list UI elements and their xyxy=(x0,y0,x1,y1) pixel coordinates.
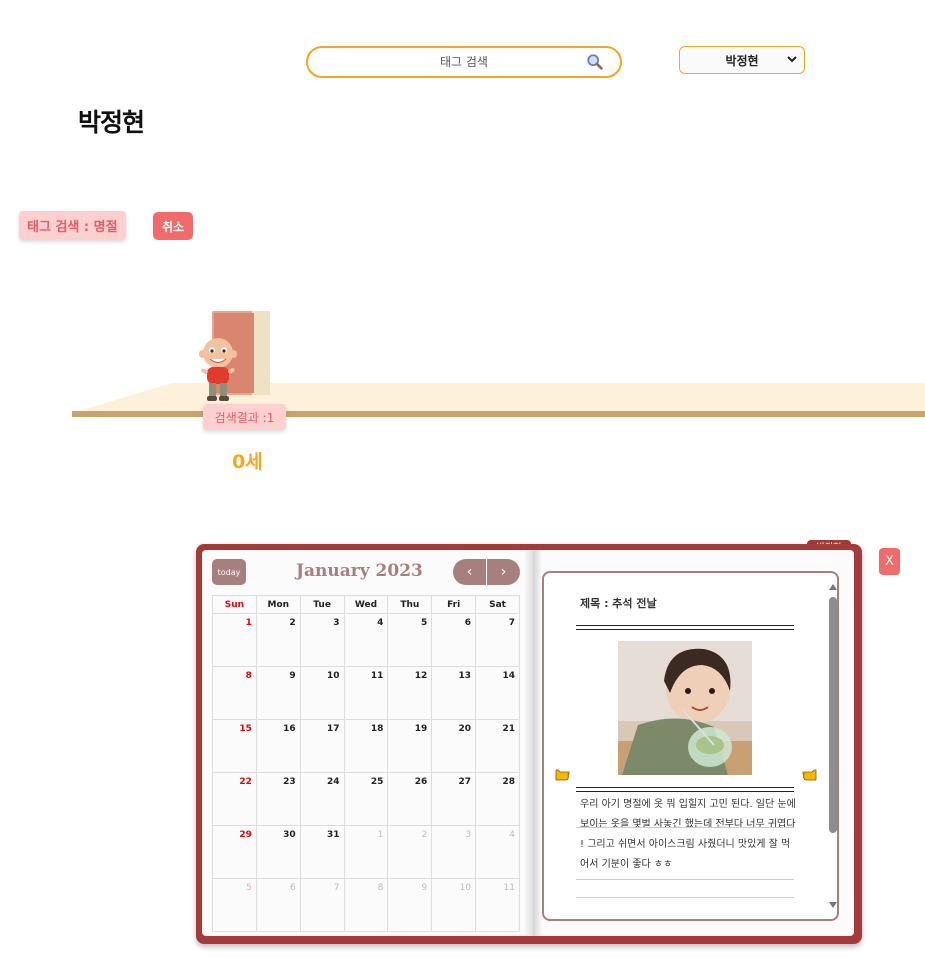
previous-entry-pointer-icon[interactable] xyxy=(554,769,570,781)
weekday-header: Sat xyxy=(475,595,520,614)
diary-photo xyxy=(618,641,752,775)
calendar-week-row: 1234567 xyxy=(212,613,520,667)
calendar-day-cell[interactable]: 17 xyxy=(299,719,345,773)
weekday-header: Wed xyxy=(343,595,389,614)
scroll-down-icon[interactable] xyxy=(828,901,838,909)
diary-entry-text: 우리 아기 명절에 옷 뭐 입힐지 고민 된다. 일단 눈에 보이는 옷을 몇벌… xyxy=(580,799,796,870)
calendar-day-cell[interactable]: 1 xyxy=(212,613,257,667)
diary-entry-page: 제목 : 추석 전날 우리 아기 명절에 옷 뭐 입힐지 고민 된다. 일단 눈… xyxy=(542,571,839,921)
next-entry-pointer-icon[interactable] xyxy=(802,769,818,781)
tag-search-input[interactable] xyxy=(342,54,586,70)
cancel-button[interactable]: 취소 xyxy=(153,212,193,240)
diary-book: today January 2023 ‹ › Sun Mon Tue Wed Thu Fr… xyxy=(196,544,862,944)
diary-entry-title: 제목 : 추석 전날 xyxy=(580,597,657,610)
calendar-day-cell[interactable]: 14 xyxy=(475,666,520,720)
calendar-day-cell[interactable]: 8 xyxy=(212,666,257,720)
calendar-grid: Sun Mon Tue Wed Thu Fri Sat 1 2 3 4 5 6 7 8 9 10 11 12 13 1… xyxy=(212,595,520,932)
text-rule-line xyxy=(576,897,794,898)
child-character-illustration xyxy=(199,338,237,401)
calendar-day-cell[interactable]: 5 xyxy=(387,613,433,667)
calendar-day-cell[interactable]: 29 xyxy=(212,825,257,879)
calendar-day-cell[interactable]: 6 xyxy=(431,613,477,667)
close-button[interactable]: X xyxy=(879,548,900,575)
calendar-day-cell[interactable]: 7 xyxy=(299,878,345,932)
today-button[interactable]: today xyxy=(212,559,246,585)
calendar-day-cell[interactable]: 21 xyxy=(475,719,520,773)
tag-search-box[interactable] xyxy=(306,46,622,78)
calendar-day-cell[interactable]: 22 xyxy=(212,772,257,826)
calendar-day-cell[interactable]: 25 xyxy=(343,772,389,826)
calendar-day-cell[interactable]: 9 xyxy=(387,878,433,932)
calendar-day-cell[interactable]: 20 xyxy=(431,719,477,773)
prev-month-button[interactable]: ‹ xyxy=(453,559,486,585)
calendar-day-cell[interactable]: 28 xyxy=(475,772,520,826)
calendar-day-cell[interactable]: 30 xyxy=(255,825,301,879)
calendar-day-cell[interactable]: 8 xyxy=(343,878,389,932)
calendar-day-cell[interactable]: 4 xyxy=(475,825,520,879)
calendar-day-cell[interactable]: 11 xyxy=(343,666,389,720)
calendar-day-cell[interactable]: 10 xyxy=(431,878,477,932)
chevron-down-icon xyxy=(787,56,797,63)
calendar-week-row: 22 23 24 25 26 27 28 xyxy=(212,772,520,826)
calendar-week-row: 8 9 10 11 12 13 14 xyxy=(212,666,520,720)
age-label: 0세 xyxy=(232,451,263,473)
calendar-day-cell[interactable]: 18 xyxy=(343,719,389,773)
diary-scrollbar[interactable] xyxy=(826,581,838,911)
calendar-day-cell[interactable]: 27 xyxy=(431,772,477,826)
book-spine xyxy=(524,550,542,936)
calendar-day-cell[interactable]: 12 xyxy=(387,666,433,720)
user-select-value: 박정현 xyxy=(725,53,759,68)
calendar-day-cell[interactable]: 4 xyxy=(343,613,389,667)
calendar-day-cell[interactable]: 3 xyxy=(431,825,477,879)
calendar-day-cell[interactable]: 15 xyxy=(212,719,257,773)
text-rule-line xyxy=(576,879,794,880)
calendar-week-row: 5 6 7 8 9 10 11 xyxy=(212,878,520,932)
calendar-day-cell[interactable]: 13 xyxy=(431,666,477,720)
weekday-header: Sun xyxy=(212,595,257,614)
weekday-header: Thu xyxy=(387,595,433,614)
calendar-day-cell[interactable]: 19 xyxy=(387,719,433,773)
calendar-week-row: 15 16 17 18 19 20 21 xyxy=(212,719,520,773)
weekday-header: Fri xyxy=(431,595,477,614)
calendar-day-cell[interactable]: 3 xyxy=(299,613,345,667)
page-title: 박정현 xyxy=(78,108,145,137)
next-month-button[interactable]: › xyxy=(487,559,520,585)
title-divider xyxy=(576,625,794,630)
calendar-day-cell[interactable]: 24 xyxy=(299,772,345,826)
weekday-header: Tue xyxy=(299,595,345,614)
calendar-day-cell[interactable]: 2 xyxy=(387,825,433,879)
calendar-day-cell[interactable]: 26 xyxy=(387,772,433,826)
search-result-count[interactable]: 검색결과 :1 xyxy=(203,404,286,430)
calendar-day-cell[interactable]: 5 xyxy=(212,878,257,932)
calendar-day-cell[interactable]: 23 xyxy=(255,772,301,826)
search-icon[interactable] xyxy=(586,53,604,71)
calendar-day-cell[interactable]: 31 xyxy=(299,825,345,879)
tag-filter-chip: 태그 검색 : 명절 xyxy=(19,211,126,240)
user-select[interactable]: 박정현 xyxy=(679,46,805,74)
calendar-day-cell[interactable]: 9 xyxy=(255,666,301,720)
scroll-thumb[interactable] xyxy=(829,597,837,833)
calendar-day-cell[interactable]: 1 xyxy=(343,825,389,879)
calendar-month-title: January 2023 xyxy=(296,561,423,581)
scroll-up-icon[interactable] xyxy=(828,583,838,591)
calendar-day-cell[interactable]: 2 xyxy=(255,613,301,667)
calendar-week-row: 29 30 31 1 2 3 4 xyxy=(212,825,520,879)
calendar-day-cell[interactable]: 10 xyxy=(299,666,345,720)
calendar-day-cell[interactable]: 11 xyxy=(475,878,520,932)
photo-divider xyxy=(576,787,794,792)
text-rule-line xyxy=(576,827,794,828)
weekday-header: Mon xyxy=(255,595,301,614)
diary-book-pages: today January 2023 ‹ › Sun Mon Tue Wed Thu Fr… xyxy=(202,550,854,936)
calendar-day-cell[interactable]: 6 xyxy=(255,878,301,932)
calendar-day-cell[interactable]: 16 xyxy=(255,719,301,773)
calendar-day-cell[interactable]: 7 xyxy=(475,613,520,667)
